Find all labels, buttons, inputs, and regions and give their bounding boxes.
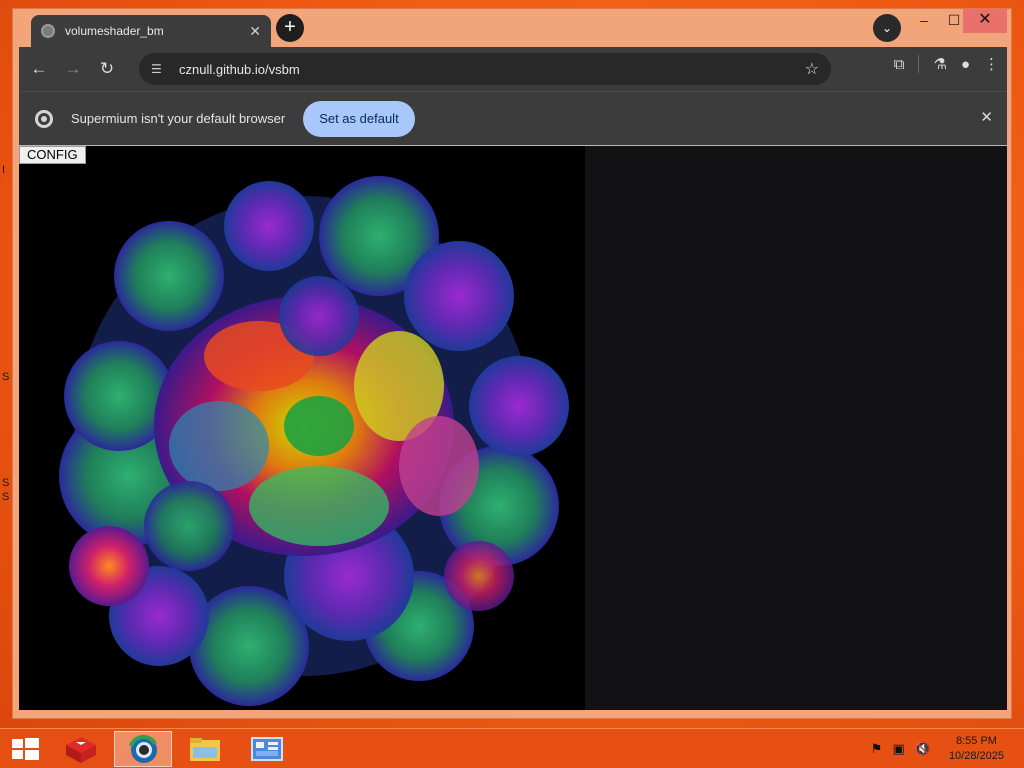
desktop-icon-label: S: [2, 371, 10, 383]
tab-strip: volumeshader_bm ✕ + ⌄ – ☐ ✕: [13, 9, 1011, 47]
network-icon[interactable]: ▣: [892, 741, 904, 757]
volume-muted-icon[interactable]: 🔇: [915, 741, 931, 757]
address-bar[interactable]: ☰ cznull.github.io/vsbm ☆: [139, 53, 831, 85]
new-tab-button[interactable]: +: [276, 14, 304, 42]
extensions-icon[interactable]: ⧉: [894, 56, 905, 73]
infobar-message: Supermium isn't your default browser: [71, 111, 286, 126]
taskbar-control-panel[interactable]: [238, 731, 296, 767]
infobar-close-icon[interactable]: ✕: [980, 108, 993, 126]
reload-button[interactable]: ↻: [93, 55, 121, 83]
tab-volumeshader[interactable]: volumeshader_bm ✕: [31, 15, 271, 47]
back-button[interactable]: ←: [25, 55, 53, 83]
taskbar-app-red-box[interactable]: [52, 731, 110, 767]
system-tray: ⚑ ▣ 🔇 8:55 PM 10/28/2025: [871, 729, 1004, 768]
tab-title: volumeshader_bm: [65, 24, 164, 38]
browser-app-icon: [129, 734, 157, 763]
desktop-icon-label: I: [2, 164, 6, 176]
labs-flask-icon[interactable]: ⚗: [933, 55, 946, 73]
shader-canvas[interactable]: CONFIG: [19, 146, 585, 710]
browser-logo-icon: [35, 109, 53, 128]
taskbar-file-explorer[interactable]: [176, 731, 234, 767]
control-panel-icon: [251, 737, 283, 761]
browser-toolbar: ← → ↻ ☰ cznull.github.io/vsbm ☆ ⧉ ⚗ ● ⋮: [19, 47, 1007, 91]
toolbar-actions: ⧉ ⚗ ● ⋮: [894, 55, 999, 73]
desktop-icon-label: S: [2, 491, 10, 503]
clock-date: 10/28/2025: [948, 750, 1004, 762]
windows-logo-icon: [12, 738, 39, 760]
site-info-icon[interactable]: ☰: [151, 62, 169, 76]
clock-time: 8:55 PM: [955, 735, 997, 747]
tab-search-button[interactable]: ⌄: [873, 14, 901, 42]
red-box-app-icon: [66, 737, 96, 763]
action-center-flag-icon[interactable]: ⚑: [871, 741, 883, 757]
toolbar-divider: [918, 55, 920, 73]
url-text[interactable]: cznull.github.io/vsbm: [179, 62, 805, 77]
tab-close-icon[interactable]: ✕: [249, 23, 261, 40]
browser-window: volumeshader_bm ✕ + ⌄ – ☐ ✕ ← → ↻ ☰ cznu…: [12, 8, 1012, 719]
bookmark-star-icon[interactable]: ☆: [805, 59, 819, 79]
forward-button[interactable]: →: [59, 55, 87, 83]
start-button[interactable]: [0, 731, 58, 767]
folder-icon: [190, 738, 220, 761]
default-browser-infobar: Supermium isn't your default browser Set…: [19, 91, 1007, 145]
page-content: CONFIG: [19, 146, 1007, 710]
set-as-default-button[interactable]: Set as default: [303, 100, 415, 137]
clock[interactable]: 8:55 PM 10/28/2025: [949, 734, 1004, 764]
desktop-icon-label: S: [2, 477, 10, 489]
taskbar-browser[interactable]: [114, 731, 172, 767]
fractal-render: [59, 176, 569, 706]
profile-icon[interactable]: ●: [961, 56, 970, 73]
taskbar: ⚑ ▣ 🔇 8:55 PM 10/28/2025: [0, 728, 1024, 768]
menu-kebab-icon[interactable]: ⋮: [984, 55, 999, 73]
close-window-button[interactable]: ✕: [963, 9, 1007, 33]
globe-icon: [41, 24, 55, 38]
config-button[interactable]: CONFIG: [19, 146, 86, 164]
